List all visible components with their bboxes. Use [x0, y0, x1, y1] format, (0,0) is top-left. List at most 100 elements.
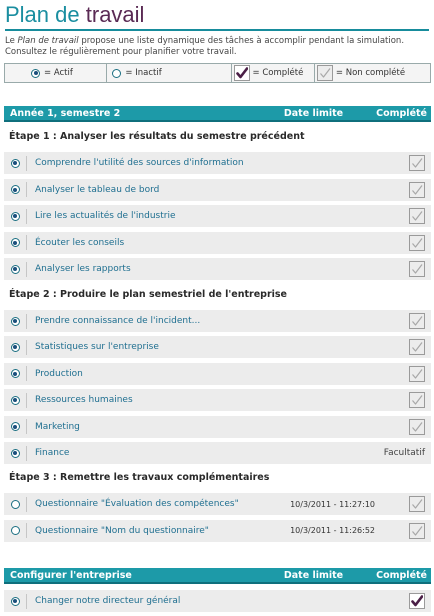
task-row[interactable]: Ressources humaines — [4, 389, 431, 413]
task-row[interactable]: Marketing — [4, 415, 431, 439]
page-title-part2: travail — [85, 2, 145, 27]
header: Plan de travail — [0, 0, 434, 31]
task-link[interactable]: Marketing — [35, 422, 263, 432]
status-indicator — [4, 596, 26, 606]
checkbox-unchecked-icon — [409, 522, 425, 539]
status-indicator — [4, 238, 26, 247]
row-divider — [26, 392, 27, 408]
task-row[interactable]: Écouter les conseils — [4, 231, 431, 255]
task-row[interactable]: Comprendre l'utilité des sources d'infor… — [4, 152, 431, 175]
radio-active-icon — [10, 342, 20, 352]
legend-complete: = Complété — [232, 64, 314, 82]
task-row[interactable]: Lire les actualités de l'industrie — [4, 205, 431, 228]
status-indicator — [4, 264, 26, 274]
legend-non-complete-label: = Non complété — [335, 68, 406, 78]
checkbox-unchecked-icon — [409, 181, 425, 198]
task-complete-status — [375, 313, 431, 329]
section-header-configurer: Configurer l'entreprise Date limite Complé… — [4, 568, 431, 584]
task-link[interactable]: Statistiques sur l'entreprise — [35, 342, 263, 352]
status-indicator — [4, 158, 26, 168]
checkbox-checked-icon — [233, 65, 250, 81]
row-divider — [26, 523, 27, 538]
task-row[interactable]: Questionnaire "Évaluation des compétence… — [4, 493, 431, 516]
optional-label: Facultatif — [383, 448, 425, 458]
status-indicator — [4, 448, 26, 458]
row-divider — [26, 261, 27, 277]
legend-inactif-label: = Inactif — [125, 68, 162, 78]
column-date-header: Date limite — [283, 569, 344, 581]
row-divider — [26, 593, 27, 609]
checkbox-unchecked-icon — [409, 155, 425, 171]
row-divider — [26, 339, 27, 355]
status-indicator — [4, 395, 26, 405]
status-indicator — [4, 499, 26, 509]
page-title-part1: Plan de — [5, 2, 80, 27]
task-row[interactable]: Analyser les rapports — [4, 258, 431, 281]
page-title: Plan de travail — [5, 3, 429, 27]
row-divider — [26, 182, 27, 197]
task-link[interactable]: Prendre connaissance de l'incident... — [35, 316, 263, 326]
radio-active-icon — [10, 422, 20, 432]
task-complete-status — [375, 181, 431, 198]
task-complete-status — [375, 208, 431, 224]
task-link[interactable]: Analyser le tableau de bord — [35, 185, 263, 195]
row-divider — [26, 419, 27, 435]
task-row[interactable]: Finance Facultatif — [4, 442, 431, 465]
step-title: Étape 2 : Produire le plan semestriel de… — [9, 289, 288, 300]
status-indicator — [4, 526, 26, 535]
task-row[interactable]: Changer notre directeur général — [4, 590, 431, 613]
radio-active-icon — [10, 369, 20, 379]
radio-active-icon — [10, 238, 20, 247]
task-row[interactable]: Analyser le tableau de bord — [4, 178, 431, 202]
radio-active-icon — [10, 316, 20, 326]
task-complete-status — [375, 418, 431, 435]
task-link[interactable]: Comprendre l'utilité des sources d'infor… — [35, 158, 263, 168]
status-indicator — [4, 342, 26, 352]
task-link[interactable]: Changer notre directeur général — [35, 596, 263, 606]
checkbox-unchecked-icon — [409, 392, 425, 409]
checkbox-unchecked-icon — [409, 496, 425, 512]
status-indicator — [4, 185, 26, 194]
task-complete-status — [375, 365, 431, 382]
task-complete-status: Facultatif — [375, 448, 431, 458]
task-deadline: 10/3/2011 - 11:26:52 — [290, 526, 375, 535]
status-indicator — [4, 369, 26, 379]
radio-active-icon — [31, 68, 40, 78]
task-link[interactable]: Analyser les rapports — [35, 264, 263, 274]
column-date-header: Date limite — [283, 107, 344, 119]
task-row[interactable]: Statistiques sur l'entreprise — [4, 336, 431, 360]
task-complete-status — [375, 593, 431, 609]
legend-inactif: = Inactif — [107, 64, 230, 82]
task-row[interactable]: Prendre connaissance de l'incident... — [4, 310, 431, 333]
task-row[interactable]: Questionnaire "Nom du questionnaire" 10/3… — [4, 519, 431, 543]
status-indicator — [4, 211, 26, 221]
radio-active-icon — [10, 158, 20, 168]
row-divider — [26, 208, 27, 224]
task-complete-status — [375, 261, 431, 277]
task-link[interactable]: Finance — [35, 448, 263, 458]
row-divider — [26, 445, 27, 461]
title-divider — [5, 29, 429, 31]
row-divider — [26, 313, 27, 329]
task-complete-status — [375, 522, 431, 539]
legend-actif: = Actif — [5, 64, 106, 82]
section-title: Configurer l'entreprise — [10, 569, 132, 581]
section-title: Année 1, semestre 2 — [10, 107, 121, 119]
task-complete-status — [375, 234, 431, 251]
task-deadline: 10/3/2011 - 11:27:10 — [290, 499, 375, 509]
checkbox-checked-icon — [409, 593, 425, 609]
task-link[interactable]: Production — [35, 369, 263, 379]
radio-active-icon — [10, 596, 20, 606]
task-complete-status — [375, 155, 431, 171]
task-complete-status — [375, 339, 431, 356]
task-link[interactable]: Questionnaire "Évaluation des compétence… — [35, 499, 263, 509]
task-link[interactable]: Questionnaire "Nom du questionnaire" — [35, 526, 263, 536]
checkbox-unchecked-icon — [316, 65, 333, 81]
row-divider — [26, 366, 27, 382]
task-link[interactable]: Lire les actualités de l'industrie — [35, 211, 263, 221]
task-link[interactable]: Ressources humaines — [35, 395, 263, 405]
task-row[interactable]: Production — [4, 362, 431, 386]
radio-active-icon — [10, 395, 20, 405]
task-link[interactable]: Écouter les conseils — [35, 238, 263, 248]
radio-active-icon — [10, 448, 20, 458]
